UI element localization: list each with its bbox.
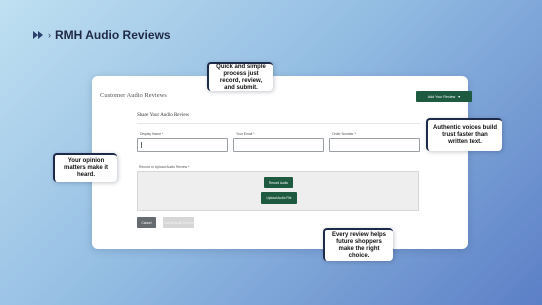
- breadcrumb-chevron: ›: [48, 29, 51, 40]
- text-cursor: [141, 142, 142, 148]
- upload-audio-button[interactable]: Upload Audio File: [261, 192, 297, 204]
- callout-authentic-voices: Authentic voices build trust faster than…: [426, 118, 502, 151]
- callout-opinion-matters: Your opinion matters make it heard.: [53, 153, 117, 182]
- record-audio-button[interactable]: Record Audio: [264, 177, 293, 188]
- order-number-label: Order Number *: [332, 132, 356, 136]
- email-field[interactable]: [233, 138, 324, 152]
- record-upload-area: Record Audio Upload Audio File: [137, 171, 419, 211]
- section-title: Share Your Audio Review: [137, 113, 190, 118]
- cancel-button[interactable]: Cancel: [137, 217, 156, 228]
- display-name-field[interactable]: [137, 138, 228, 152]
- add-review-label: Add Your Review: [427, 94, 456, 99]
- card-title: Customer Audio Reviews: [100, 92, 167, 99]
- section-divider: [137, 123, 420, 124]
- record-upload-label: Record or Upload Audio Review *: [139, 165, 190, 169]
- add-review-button[interactable]: Add Your Review ▾: [416, 91, 472, 102]
- email-label: Your Email *: [236, 132, 255, 136]
- chevron-down-icon: ▾: [458, 94, 461, 99]
- submit-audio-review-button[interactable]: Submit Audio Review: [163, 217, 194, 228]
- app-title: RMH Audio Reviews: [55, 28, 171, 42]
- callout-every-review: Every review helps future shoppers make …: [323, 228, 393, 261]
- callout-quick-process: Quick and simple process just record, re…: [207, 62, 273, 91]
- order-number-field[interactable]: [329, 138, 420, 152]
- fast-forward-icon: [33, 31, 43, 39]
- display-name-label: Display Name *: [140, 132, 164, 136]
- review-card: Customer Audio Reviews Add Your Review ▾…: [92, 76, 472, 249]
- app-header: › RMH Audio Reviews: [32, 28, 171, 42]
